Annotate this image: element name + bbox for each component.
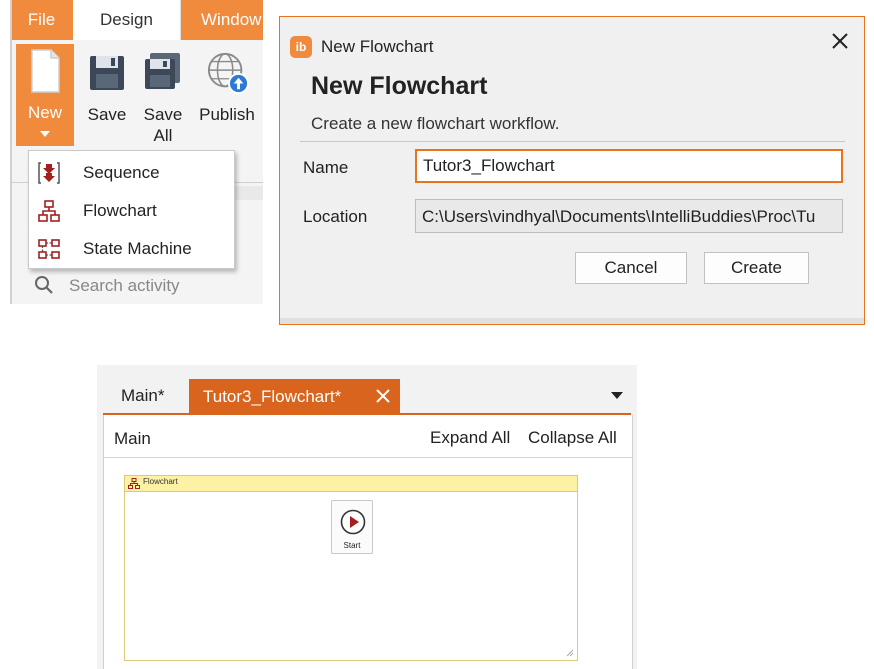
tab-list-dropdown-icon[interactable]: [611, 392, 623, 399]
menu-item-flowchart[interactable]: Flowchart: [29, 191, 234, 229]
tab-window[interactable]: Window: [181, 0, 263, 40]
save-all-label-line1: Save: [143, 105, 183, 124]
save-all-button[interactable]: Save All: [134, 46, 192, 146]
tab-label: Tutor3_Flowchart*: [203, 387, 342, 406]
publish-button-label: Publish: [199, 105, 255, 124]
globe-upload-icon: [207, 52, 250, 95]
breadcrumb[interactable]: Main: [114, 429, 151, 449]
new-button[interactable]: New: [16, 44, 74, 146]
ribbon-left-border: [10, 0, 12, 304]
menu-item-state-machine[interactable]: State Machine: [29, 229, 234, 267]
location-label: Location: [303, 207, 368, 226]
flowchart-icon: [128, 478, 140, 489]
create-button[interactable]: Create: [704, 252, 809, 284]
designer-divider: [104, 457, 632, 458]
resize-grip-icon[interactable]: [566, 649, 574, 657]
app-logo-icon: ib: [290, 36, 312, 58]
save-all-label-line2: All: [153, 126, 173, 145]
designer-canvas: Main Expand All Collapse All Flowchart S…: [103, 415, 633, 669]
menu-item-sequence[interactable]: Sequence: [29, 153, 234, 191]
workflow-editor: Main* Tutor3_Flowchart* Main Expand All …: [97, 365, 637, 669]
floppy-disk-icon: [90, 56, 124, 90]
menu-item-label: Sequence: [83, 163, 160, 182]
flowchart-icon: [38, 200, 60, 222]
start-node[interactable]: Start: [331, 500, 373, 554]
tab-design[interactable]: Design: [73, 0, 181, 40]
dialog-bottom-strip: [280, 318, 864, 324]
search-placeholder: Search activity: [69, 276, 180, 295]
publish-button[interactable]: Publish: [192, 46, 262, 146]
dialog-divider: [300, 141, 845, 142]
new-button-label: New: [27, 103, 62, 122]
sequence-icon: [38, 162, 60, 184]
tab-main[interactable]: Main*: [107, 380, 187, 412]
cancel-button[interactable]: Cancel: [575, 252, 687, 284]
menu-item-label: State Machine: [83, 239, 192, 258]
search-icon: [35, 276, 53, 294]
start-label: Start: [343, 541, 361, 550]
flowchart-activity[interactable]: Flowchart Start: [124, 475, 578, 661]
state-machine-icon: [38, 239, 60, 259]
close-tab-icon[interactable]: [375, 388, 391, 404]
save-button-label: Save: [87, 105, 127, 124]
flowchart-activity-title: Flowchart: [143, 477, 178, 486]
save-all-icon: [145, 53, 180, 89]
dialog-description: Create a new flowchart workflow.: [311, 114, 560, 133]
ribbon-panel: File Design Window New Save Save All Pub…: [10, 0, 263, 304]
close-icon[interactable]: [828, 29, 852, 53]
new-document-icon: [31, 49, 60, 93]
expand-all-button[interactable]: Expand All: [430, 428, 510, 448]
chevron-down-icon: [40, 131, 50, 137]
tab-tutor3-flowchart[interactable]: Tutor3_Flowchart*: [189, 379, 400, 413]
collapse-all-button[interactable]: Collapse All: [528, 428, 617, 448]
name-label: Name: [303, 158, 349, 177]
flowchart-activity-header: Flowchart: [125, 476, 577, 492]
save-button[interactable]: Save: [78, 46, 136, 146]
dialog-heading: New Flowchart: [311, 72, 488, 100]
location-field[interactable]: C:\Users\vindhyal\Documents\IntelliBuddi…: [415, 199, 843, 233]
save-all-button-label: Save All: [134, 104, 192, 146]
dialog-window-title: New Flowchart: [321, 37, 434, 56]
tab-file[interactable]: File: [10, 0, 73, 40]
new-dropdown-menu: Sequence Flowchart State Machine: [28, 150, 235, 269]
play-icon: [340, 509, 366, 535]
new-flowchart-dialog: ib New Flowchart New Flowchart Create a …: [279, 16, 865, 325]
menu-item-label: Flowchart: [83, 201, 157, 220]
name-field[interactable]: [415, 149, 843, 183]
